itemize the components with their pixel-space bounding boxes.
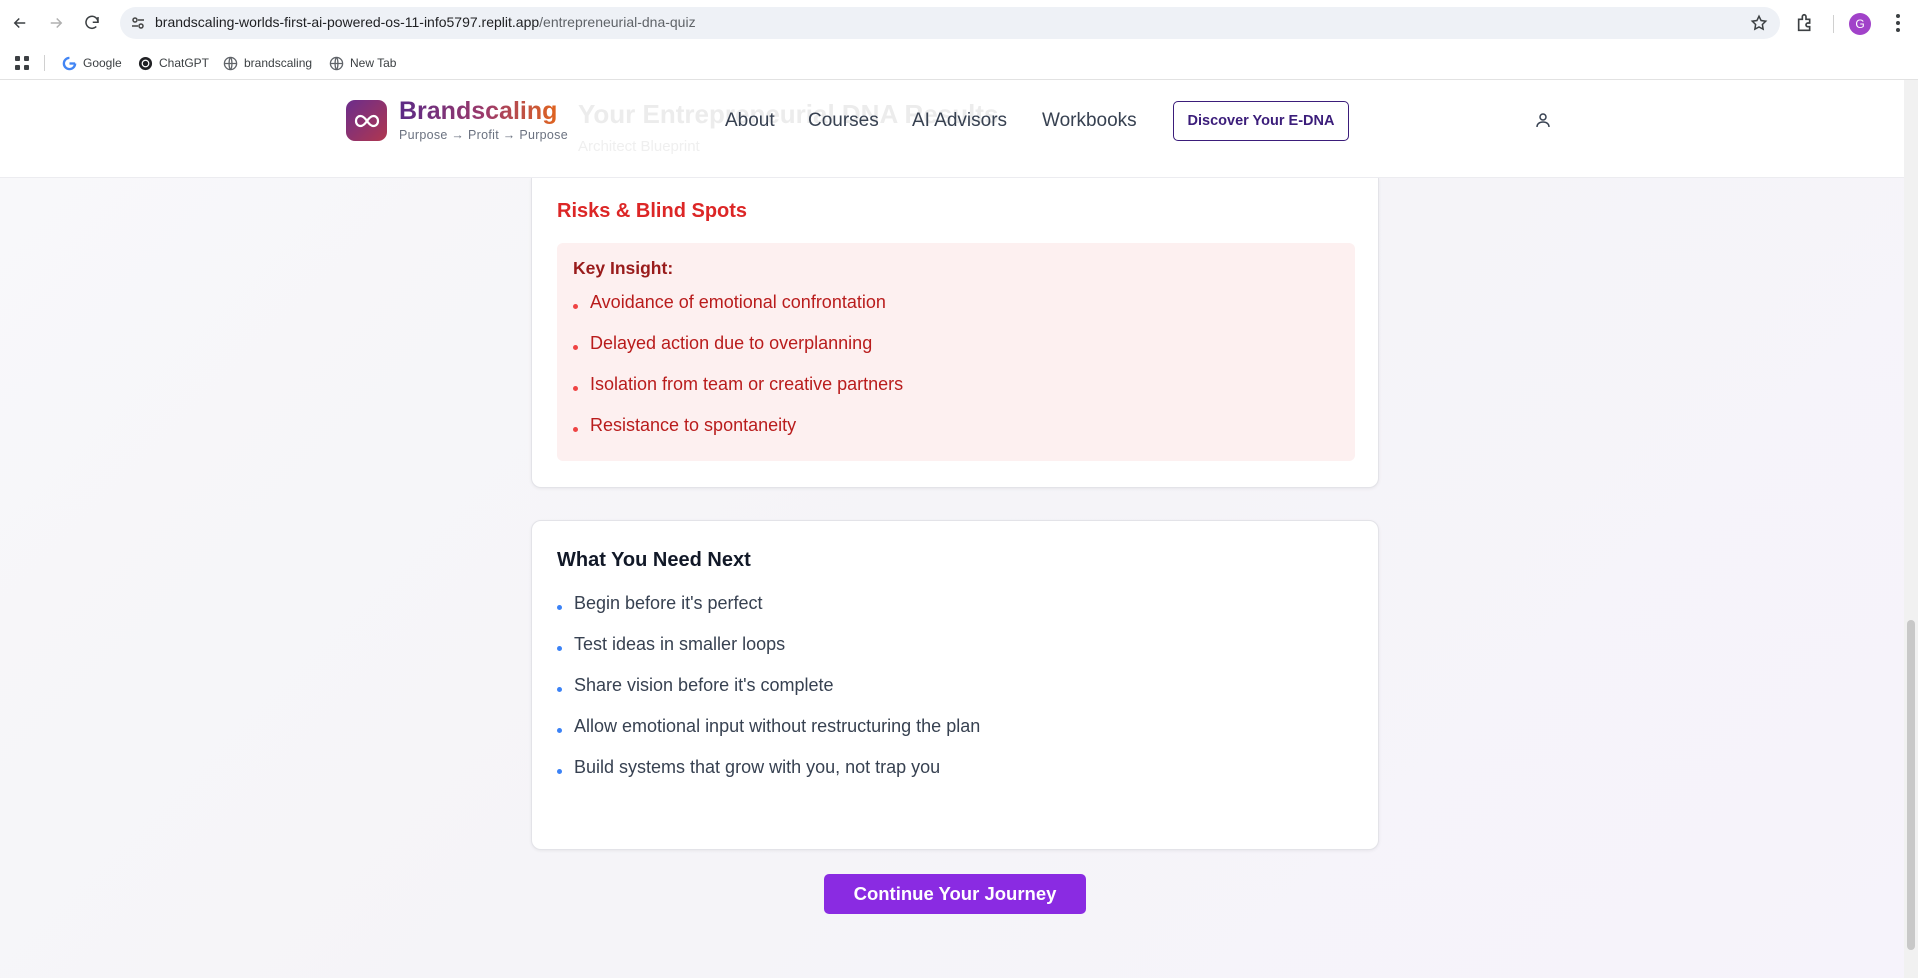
bullet-icon xyxy=(557,605,562,610)
back-icon[interactable] xyxy=(8,11,32,35)
list-item: Test ideas in smaller loops xyxy=(557,634,785,655)
key-insight-box: Key Insight: Avoidance of emotional conf… xyxy=(557,243,1355,461)
reload-icon[interactable] xyxy=(80,11,104,35)
site-header: Your Entrepreneurial DNA Results Archite… xyxy=(0,80,1918,178)
bookmark-brandscaling[interactable]: brandscaling xyxy=(223,54,312,72)
nav-workbooks[interactable]: Workbooks xyxy=(1042,110,1137,132)
extensions-icon[interactable] xyxy=(1795,12,1817,34)
toolbar-divider xyxy=(1833,15,1834,33)
infinity-icon xyxy=(354,114,379,127)
bullet-icon xyxy=(573,304,578,309)
key-insight-label: Key Insight: xyxy=(573,258,674,278)
continue-journey-button[interactable]: Continue Your Journey xyxy=(824,874,1086,914)
globe-icon xyxy=(329,56,344,71)
next-steps-title: What You Need Next xyxy=(557,549,751,571)
list-item: Delayed action due to overplanning xyxy=(573,333,872,354)
discover-edna-button[interactable]: Discover Your E-DNA xyxy=(1173,101,1349,141)
page-subtitle-behind-header: Architect Blueprint xyxy=(578,138,700,155)
bookmark-star-icon[interactable] xyxy=(1750,14,1768,32)
google-icon xyxy=(62,56,77,71)
bookmarks-bar: Google ChatGPT brandscaling New Tab xyxy=(0,46,1918,80)
bookmark-chatgpt[interactable]: ChatGPT xyxy=(138,54,209,72)
apps-grid-icon[interactable] xyxy=(14,55,30,71)
bullet-icon xyxy=(557,687,562,692)
list-item: Avoidance of emotional confrontation xyxy=(573,292,886,313)
bookmarks-divider xyxy=(44,55,45,71)
list-item: Resistance to spontaneity xyxy=(573,415,796,436)
nav-ai-advisors[interactable]: AI Advisors xyxy=(912,110,1007,132)
bullet-icon xyxy=(557,728,562,733)
list-item: Share vision before it's complete xyxy=(557,675,834,696)
address-bar[interactable]: brandscaling-worlds-first-ai-powered-os-… xyxy=(120,7,1780,39)
brand-tagline: Purpose → Profit → Purpose xyxy=(399,128,568,142)
risks-title: Risks & Blind Spots xyxy=(557,200,748,222)
risks-card: Risks & Blind Spots Key Insight: Avoidan… xyxy=(531,178,1379,488)
list-item: Allow emotional input without restructur… xyxy=(557,716,980,737)
nav-about[interactable]: About xyxy=(725,110,775,132)
bullet-icon xyxy=(573,427,578,432)
list-item: Isolation from team or creative partners xyxy=(573,374,903,395)
page-content: Risks & Blind Spots Key Insight: Avoidan… xyxy=(0,80,1918,978)
chatgpt-icon xyxy=(138,56,153,71)
url-text: brandscaling-worlds-first-ai-powered-os-… xyxy=(155,14,696,30)
bookmark-google[interactable]: Google xyxy=(62,54,122,72)
forward-icon[interactable] xyxy=(44,11,68,35)
bullet-icon xyxy=(557,646,562,651)
site-settings-icon[interactable] xyxy=(130,15,146,31)
bookmark-new-tab[interactable]: New Tab xyxy=(329,54,396,72)
list-item: Build systems that grow with you, not tr… xyxy=(557,757,940,778)
nav-courses[interactable]: Courses xyxy=(808,110,879,132)
bullet-icon xyxy=(573,345,578,350)
brand-name[interactable]: Brandscaling xyxy=(399,97,557,126)
page-scrollbar[interactable] xyxy=(1904,80,1918,978)
bullet-icon xyxy=(573,386,578,391)
globe-icon xyxy=(223,56,238,71)
more-menu-icon[interactable] xyxy=(1888,12,1908,34)
user-account-icon[interactable] xyxy=(1534,111,1552,129)
scrollbar-thumb[interactable] xyxy=(1907,620,1915,950)
browser-toolbar: brandscaling-worlds-first-ai-powered-os-… xyxy=(0,0,1918,46)
next-steps-card: What You Need Next Begin before it's per… xyxy=(531,520,1379,850)
profile-avatar[interactable]: G xyxy=(1849,13,1871,35)
list-item: Begin before it's perfect xyxy=(557,593,763,614)
bullet-icon xyxy=(557,769,562,774)
brand-logo[interactable] xyxy=(346,100,387,141)
